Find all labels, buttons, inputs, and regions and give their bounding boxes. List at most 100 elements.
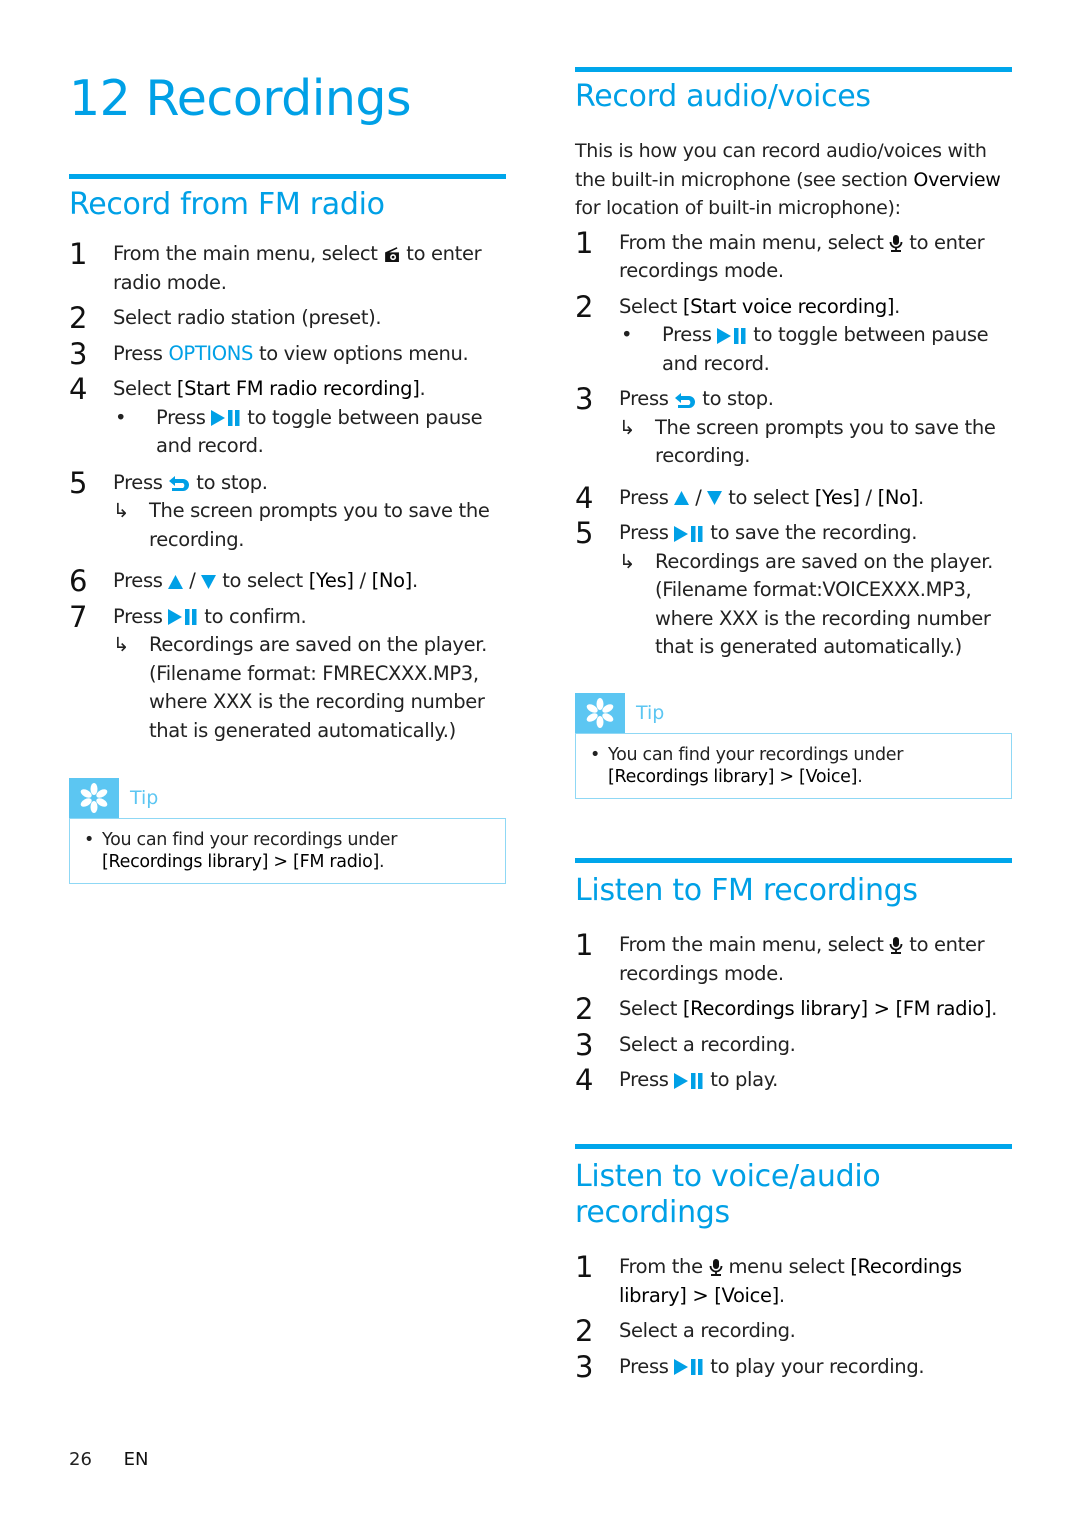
step-item: 5 Press to stop. ↳ The screen prompts yo… xyxy=(69,465,506,555)
back-icon xyxy=(168,475,190,491)
tip-text: You can find your recordings under [Reco… xyxy=(588,744,1001,788)
step-number: 5 xyxy=(69,465,88,500)
step-number: 6 xyxy=(69,564,88,598)
separator: / xyxy=(359,569,367,592)
back-icon xyxy=(674,392,696,408)
separator: / xyxy=(865,485,873,509)
result-line: ↳ The screen prompts you to save the rec… xyxy=(619,414,1012,471)
sub-bullet: • Press to toggle between pause and reco… xyxy=(619,321,1012,378)
step-text: Select xyxy=(619,997,678,1020)
step-item: 2 Select radio station (preset). xyxy=(69,301,506,335)
play-pause-icon xyxy=(674,1359,704,1375)
step-number: 1 xyxy=(575,928,594,962)
steps-list: 1 From the main menu, select to enter re… xyxy=(575,227,1012,662)
tip-box-fm: Tip • You can find your recordings under… xyxy=(69,778,506,884)
step-text: Select xyxy=(113,377,172,400)
step-number: 3 xyxy=(575,382,594,416)
section-title: Record from FM radio xyxy=(69,187,385,222)
chapter-title: 12 Recordings xyxy=(69,70,412,127)
step-item: 3 Select a recording. xyxy=(575,1029,1012,1061)
section-rule xyxy=(575,67,1012,72)
section-record-fm: Record from FM radio 1 From the main men… xyxy=(69,174,506,745)
step-text: Select xyxy=(619,294,678,318)
result-line: ↳ Recordings are saved on the player. (F… xyxy=(113,631,506,745)
radio-icon xyxy=(383,246,400,263)
step-number: 2 xyxy=(575,289,594,324)
down-arrow-icon xyxy=(201,574,217,589)
tip-header: Tip xyxy=(575,693,1012,733)
step-text: Press xyxy=(113,569,163,592)
bullet-dot: • xyxy=(84,830,95,850)
overview-reference: Overview xyxy=(913,168,1001,191)
result-text: Recordings are saved on the player. (Fil… xyxy=(655,549,993,659)
step-item: 3 Press to stop. ↳ The screen prompts yo… xyxy=(575,382,1012,471)
step-number: 2 xyxy=(575,992,594,1026)
step-number: 3 xyxy=(69,336,88,371)
down-arrow-icon xyxy=(707,491,723,505)
microphone-icon xyxy=(709,1259,723,1276)
section-title: Listen to voice/audio recordings xyxy=(575,1159,881,1230)
bullet-dot: • xyxy=(590,745,601,765)
step-number: 2 xyxy=(69,301,88,335)
step-text: Press xyxy=(619,1068,669,1091)
step-text: From the main menu, select xyxy=(113,242,378,265)
play-pause-icon xyxy=(674,1072,704,1089)
step-item: 1 From the main menu, select to enter ra… xyxy=(69,237,506,297)
result-text: The screen prompts you to save the recor… xyxy=(655,415,996,468)
step-text: to view options menu. xyxy=(258,341,469,365)
step-text: Select a recording. xyxy=(619,1319,796,1342)
result-text: The screen prompts you to save the recor… xyxy=(149,499,490,551)
step-number: 4 xyxy=(69,372,88,406)
tip-asterisk-icon xyxy=(69,778,119,818)
step-text: to select xyxy=(728,485,809,509)
steps-list: 1 From the menu select [Recordings libra… xyxy=(575,1251,1012,1383)
page-number: 26 xyxy=(69,1449,92,1470)
language-code: EN xyxy=(123,1449,149,1470)
step-number: 5 xyxy=(575,516,594,550)
punctuation: . xyxy=(419,377,426,400)
step-text: Press xyxy=(113,470,163,494)
punctuation: . xyxy=(857,767,863,787)
step-item: 1 From the main menu, select to enter re… xyxy=(575,227,1012,286)
play-pause-icon xyxy=(717,327,747,344)
tip-box-voice: Tip • You can find your recordings under… xyxy=(575,693,1012,799)
step-item: 2 Select a recording. xyxy=(575,1315,1012,1347)
step-text: From the main menu, select xyxy=(619,230,884,254)
tip-header: Tip xyxy=(69,778,506,818)
step-text: Press xyxy=(113,341,163,365)
step-text: Press xyxy=(156,405,206,429)
step-text: Select a recording. xyxy=(619,1032,796,1056)
chapter-number: 12 xyxy=(69,70,131,127)
step-item: 1 From the main menu, select to enter re… xyxy=(575,928,1012,988)
step-text: Select radio station (preset). xyxy=(113,306,382,329)
options-button-label: OPTIONS xyxy=(168,341,254,365)
section-rule xyxy=(575,858,1012,863)
step-text: Press xyxy=(619,521,669,544)
result-text: Recordings are saved on the player. (Fil… xyxy=(149,633,487,742)
tip-text: You can find your recordings under [Reco… xyxy=(82,829,495,873)
microphone-icon xyxy=(889,937,903,954)
result-arrow-icon: ↳ xyxy=(619,549,635,573)
section-rule xyxy=(69,174,506,179)
punctuation: . xyxy=(917,485,924,509)
step-item: 3 Press OPTIONS to view options menu. xyxy=(69,336,506,371)
step-number: 7 xyxy=(69,599,88,634)
option-yes: [Yes] xyxy=(308,569,354,592)
step-text: to save the recording. xyxy=(710,521,918,544)
step-item: 5 Press to save the recording. ↳ Recordi… xyxy=(575,516,1012,662)
sub-bullet: • Press to toggle between pause and reco… xyxy=(113,404,506,461)
step-item: 4 Select [Start FM radio recording]. • P… xyxy=(69,372,506,461)
step-text: to play. xyxy=(710,1068,778,1091)
up-arrow-icon xyxy=(674,491,690,505)
tip-content: • You can find your recordings under [Re… xyxy=(575,733,1012,799)
tip-asterisk-icon xyxy=(575,693,625,733)
intro-text: for location of built-in microphone): xyxy=(575,197,901,219)
step-item: 7 Press to confirm. ↳ Recordings are sav… xyxy=(69,599,506,746)
section-listen-voice: Listen to voice/audio recordings 1 From … xyxy=(575,1144,1012,1383)
steps-list: 1 From the main menu, select to enter ra… xyxy=(69,237,506,746)
punctuation: . xyxy=(379,852,385,872)
section-rule xyxy=(575,1144,1012,1149)
option-no: [No] xyxy=(371,569,413,592)
step-text: Press xyxy=(662,323,712,346)
step-number: 1 xyxy=(69,237,88,271)
